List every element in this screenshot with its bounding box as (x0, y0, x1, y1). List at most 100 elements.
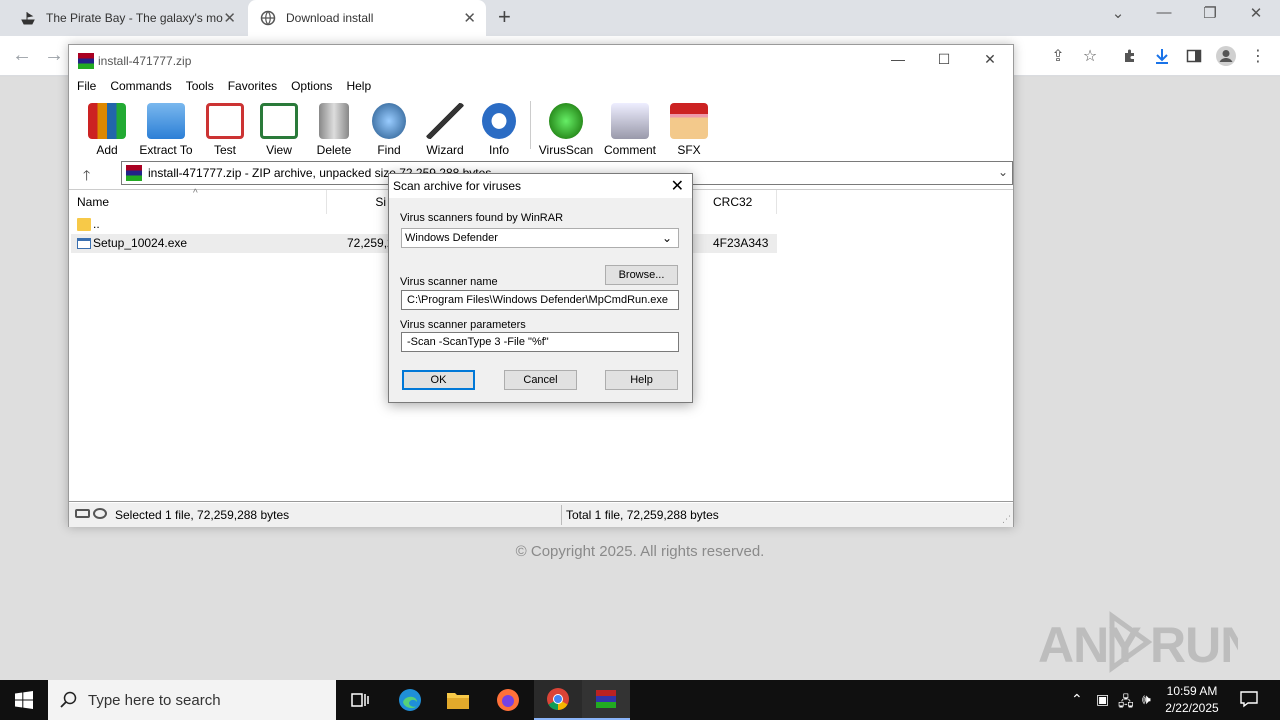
scanner-name-field[interactable]: C:\Program Files\Windows Defender\MpCmdR… (401, 290, 679, 310)
taskbar: Type here to search ⌃ ▣ 🖧 🕪 10:59 AM 2/2… (0, 680, 1280, 720)
close-icon[interactable]: ✕ (223, 9, 236, 27)
tool-label: View (266, 143, 292, 157)
taskbar-clock[interactable]: 10:59 AM 2/22/2025 (1152, 683, 1232, 717)
chevron-down-icon[interactable]: ⌄ (998, 165, 1008, 179)
column-header-name[interactable]: Name ^ (69, 188, 327, 214)
scanner-params-field[interactable]: -Scan -ScanType 3 -File "%f" (401, 332, 679, 352)
file-explorer-icon[interactable] (434, 680, 482, 720)
winrar-taskbar-icon[interactable] (582, 680, 630, 720)
menu-file[interactable]: File (77, 77, 96, 97)
minimize-icon[interactable]: — (875, 51, 921, 67)
extract-to-button[interactable]: Extract To (136, 103, 196, 157)
volume-icon[interactable]: 🕪 (1142, 691, 1151, 708)
start-windows-icon[interactable] (0, 680, 48, 720)
test-button[interactable]: Test (195, 103, 255, 157)
close-window-icon[interactable]: ✕ (1236, 4, 1276, 22)
scanner-name-label: Virus scanner name (400, 276, 498, 288)
tab-pirate-bay[interactable]: The Pirate Bay - The galaxy's mo ✕ (8, 0, 246, 36)
bookmark-star-icon[interactable]: ☆ (1078, 45, 1102, 67)
edge-browser-icon[interactable] (386, 680, 434, 720)
ok-button[interactable]: OK (402, 370, 475, 390)
view-button[interactable]: View (249, 103, 309, 157)
watermark-text-right: RUN (1150, 617, 1238, 673)
tool-label: SFX (677, 143, 701, 157)
find-magnifier-icon (372, 103, 406, 139)
sort-caret-icon: ^ (193, 188, 198, 199)
extensions-puzzle-icon[interactable] (1118, 45, 1142, 67)
tool-label: Test (213, 143, 236, 157)
cancel-button[interactable]: Cancel (504, 370, 577, 390)
firefox-icon[interactable] (484, 680, 532, 720)
kebab-menu-icon[interactable]: ⋮ (1246, 45, 1270, 67)
notifications-icon[interactable] (1240, 690, 1258, 711)
tab-search-chevron-icon[interactable]: ⌄ (1098, 4, 1138, 22)
tray-chevron-up-icon[interactable]: ⌃ (1071, 691, 1083, 708)
delete-button[interactable]: Delete (304, 103, 364, 157)
task-view-icon[interactable] (336, 680, 384, 720)
chrome-icon[interactable] (534, 680, 582, 720)
view-book-icon (260, 103, 298, 139)
virusscan-button[interactable]: VirusScan (536, 103, 596, 157)
taskbar-search-box[interactable]: Type here to search (48, 680, 336, 720)
find-button[interactable]: Find (359, 103, 419, 157)
globe-icon (260, 10, 276, 26)
menu-commands[interactable]: Commands (110, 77, 171, 97)
share-icon[interactable]: ⇪ (1046, 45, 1070, 67)
forward-arrow-icon[interactable]: → (44, 44, 64, 67)
up-arrow-icon[interactable]: 🡑 (83, 165, 90, 189)
column-header-crc32[interactable]: CRC32 (705, 190, 777, 214)
sfx-button[interactable]: SFX (659, 103, 719, 157)
wizard-button[interactable]: Wizard (415, 103, 475, 157)
folder-icon (77, 218, 91, 231)
menu-tools[interactable]: Tools (186, 77, 214, 97)
tool-label: Info (488, 143, 509, 157)
status-right: Total 1 file, 72,259,288 bytes (566, 508, 719, 522)
menu-options[interactable]: Options (291, 77, 332, 97)
column-header-size[interactable]: Si (327, 190, 391, 214)
comment-button[interactable]: Comment (600, 103, 660, 157)
scanner-select[interactable]: Windows Defender ⌄ (401, 228, 679, 248)
chevron-down-icon: ⌄ (661, 231, 672, 245)
menu-favorites[interactable]: Favorites (228, 77, 277, 97)
resize-grip-icon[interactable]: ⋰ (1002, 514, 1011, 525)
tab-download-install[interactable]: Download install ✕ (248, 0, 486, 36)
column-label: CRC32 (713, 195, 753, 209)
exe-file-icon (77, 238, 91, 249)
winrar-menubar: File Commands Tools Favorites Options He… (69, 77, 1013, 97)
tool-label: Add (96, 143, 118, 157)
close-icon[interactable]: ✕ (671, 176, 684, 196)
status-left: Selected 1 file, 72,259,288 bytes (115, 508, 290, 522)
tool-label: VirusScan (538, 143, 594, 157)
scan-viruses-dialog: Scan archive for viruses ✕ Virus scanner… (388, 173, 693, 403)
profile-avatar-icon[interactable] (1214, 45, 1238, 67)
winrar-title: install-471777.zip (98, 54, 192, 68)
drive-icon (75, 509, 90, 518)
download-icon[interactable] (1150, 45, 1174, 67)
add-button[interactable]: Add (77, 103, 137, 157)
close-window-icon[interactable]: ✕ (967, 51, 1013, 68)
side-panel-icon[interactable] (1182, 45, 1206, 67)
browse-button[interactable]: Browse... (605, 265, 678, 285)
clock-time: 10:59 AM (1166, 684, 1218, 698)
maximize-icon[interactable]: ☐ (921, 51, 967, 68)
clock-date: 2/22/2025 (1165, 701, 1219, 715)
wizard-wand-icon (426, 103, 464, 139)
info-button[interactable]: Info (469, 103, 529, 157)
dialog-title: Scan archive for viruses (393, 179, 522, 193)
menu-help[interactable]: Help (346, 77, 371, 97)
table-row[interactable]: .. (71, 215, 327, 234)
minimize-icon[interactable]: — (1144, 4, 1184, 21)
tray-device-icon[interactable]: ▣ (1096, 691, 1109, 708)
copyright-text: © Copyright 2025. All rights reserved. (515, 543, 765, 560)
new-tab-plus-icon[interactable]: + (498, 4, 511, 30)
winrar-toolbar: Add Extract To Test View Delete Find Wiz… (69, 99, 1013, 157)
close-icon[interactable]: ✕ (463, 9, 476, 27)
tool-label: Find (377, 143, 401, 157)
scanner-params-label: Virus scanner parameters (400, 319, 526, 331)
restore-icon[interactable]: ❐ (1190, 4, 1230, 22)
toolbar-separator (530, 101, 531, 149)
back-arrow-icon[interactable]: ← (12, 44, 32, 67)
status-bar: Selected 1 file, 72,259,288 bytes Total … (69, 503, 1013, 527)
help-button[interactable]: Help (605, 370, 678, 390)
network-icon[interactable]: 🖧 (1118, 691, 1134, 715)
